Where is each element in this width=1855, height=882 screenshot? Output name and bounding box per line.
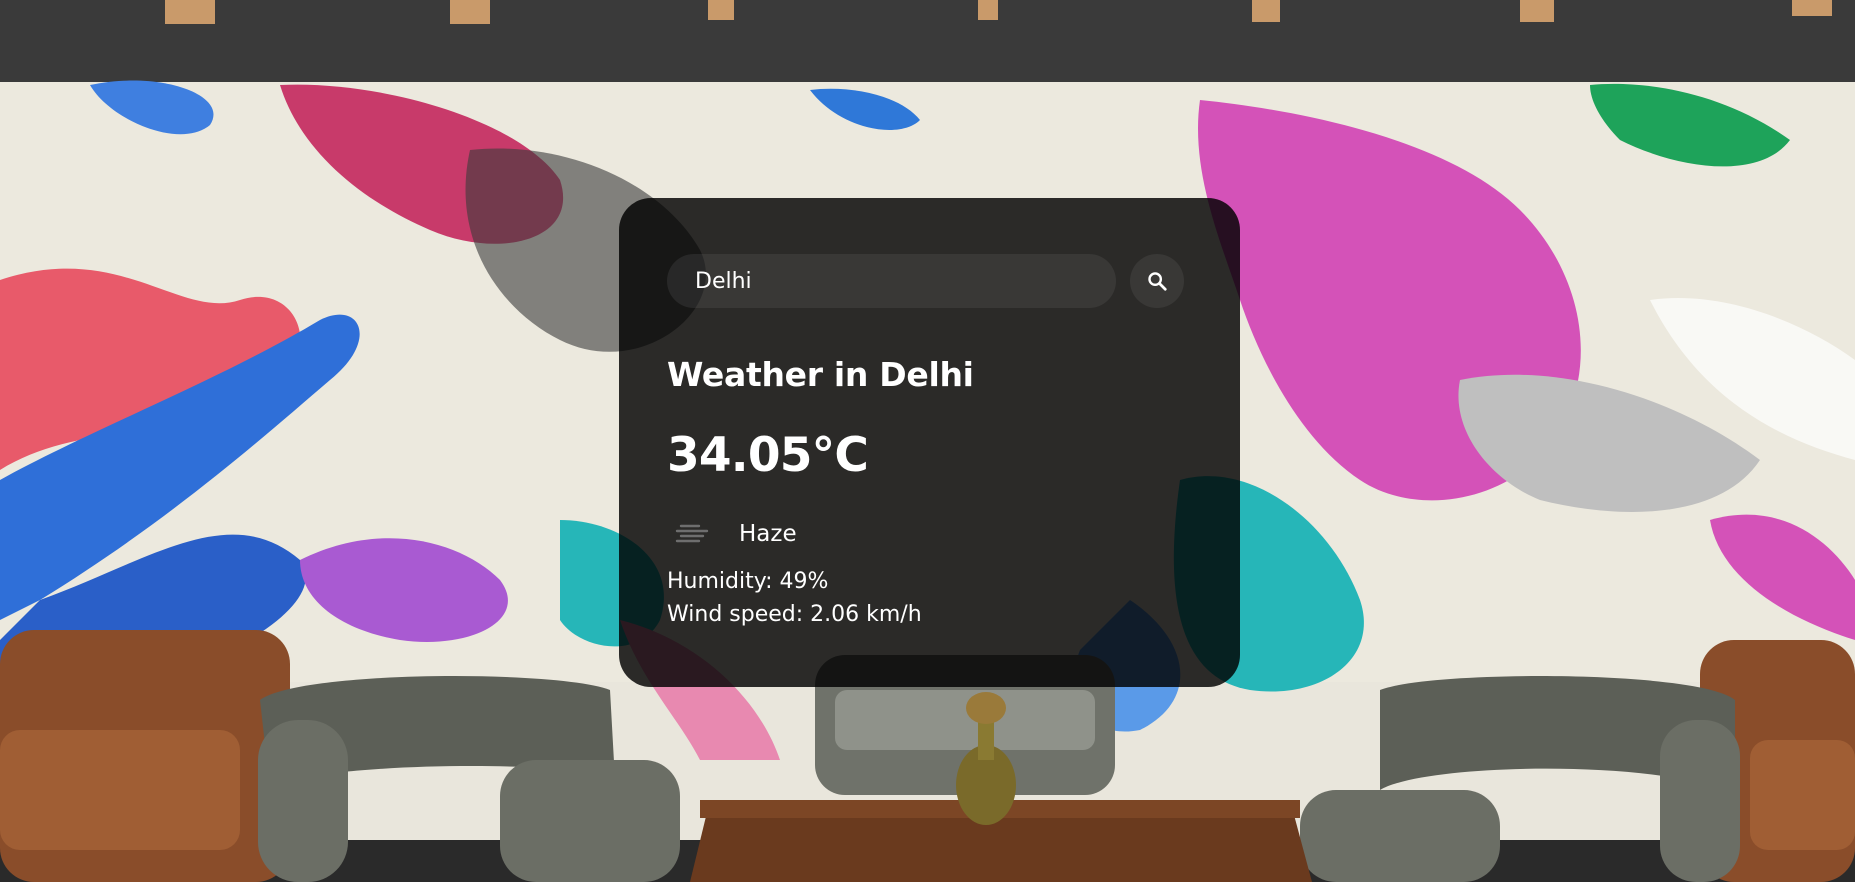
search-input[interactable] <box>667 254 1116 308</box>
haze-icon <box>675 524 709 543</box>
weather-condition: Haze <box>667 517 1192 551</box>
wind-speed-text: Wind speed: 2.06 km/h <box>667 602 922 627</box>
search-icon <box>1148 272 1167 291</box>
search-bar <box>667 253 1192 309</box>
temperature-value: 34.05°C <box>667 428 869 483</box>
humidity-text: Humidity: 49% <box>667 569 829 594</box>
weather-details: Humidity: 49% Wind speed: 2.06 km/h <box>667 565 1192 631</box>
weather-card: Weather in Delhi 34.05°C Haze Humidity: … <box>619 198 1240 687</box>
weather-heading: Weather in Delhi <box>667 355 974 394</box>
weather-description: Haze <box>739 521 797 547</box>
search-button[interactable] <box>1130 254 1184 308</box>
